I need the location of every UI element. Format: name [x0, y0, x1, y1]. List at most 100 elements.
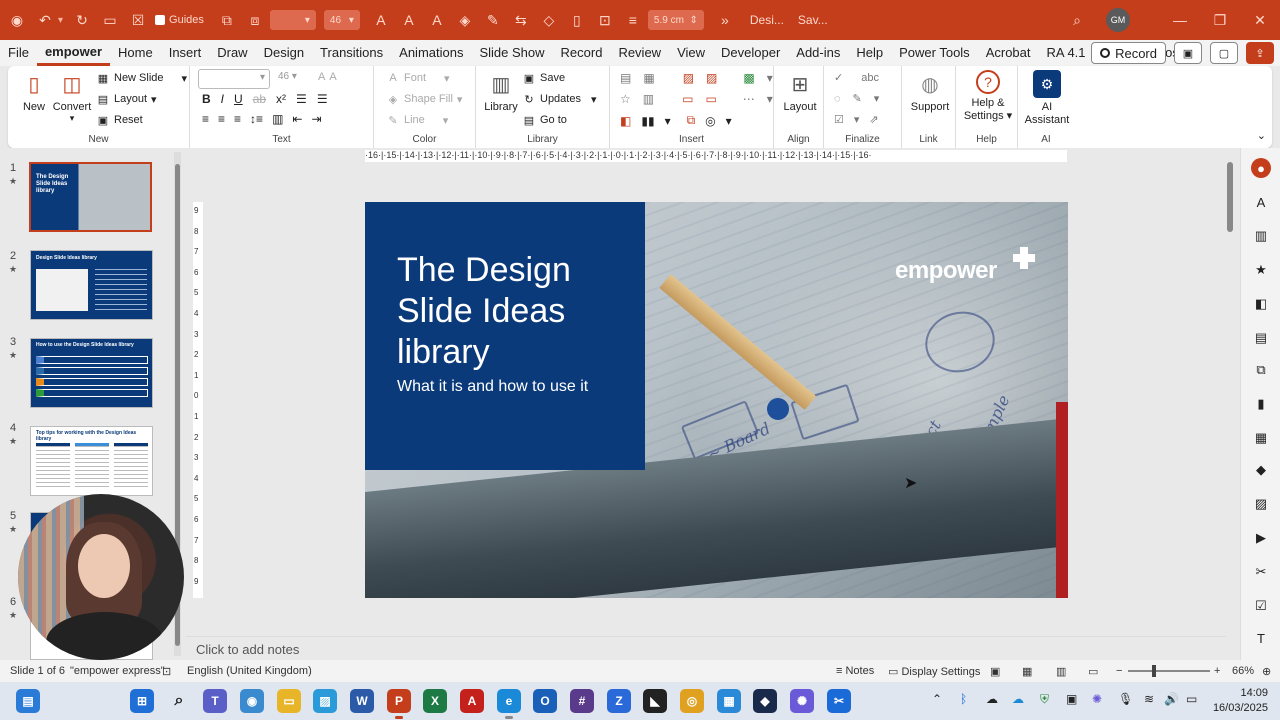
tab-view[interactable]: View [669, 40, 713, 66]
onedrive-business-icon[interactable]: ☁ [1012, 692, 1024, 706]
shapes-icon[interactable]: ◇ [538, 9, 560, 31]
microphone-icon[interactable]: 🎙 [1118, 692, 1133, 706]
guides-checkbox[interactable] [155, 15, 166, 25]
strikethrough-icon[interactable]: ab [253, 92, 266, 106]
arrange-icon[interactable]: ⇆ [510, 9, 532, 31]
numbering-icon[interactable]: ☰ [317, 92, 328, 106]
tab-add-ins[interactable]: Add-ins [788, 40, 848, 66]
record-side-icon[interactable]: ● [1251, 158, 1271, 178]
layout-side-icon[interactable]: ▤ [1251, 328, 1271, 348]
security-icon[interactable]: ⛨ [1040, 692, 1049, 707]
checkbox-icon[interactable]: ☑ [834, 113, 844, 126]
reset-button[interactable]: ▣ Reset [96, 113, 143, 127]
copy-format-icon[interactable]: ⧈ [244, 9, 266, 31]
minimize-button[interactable]: — [1160, 12, 1200, 28]
slide-canvas[interactable]: ~ Board Abstract Simple The Design Slide… [365, 202, 1068, 598]
line-button[interactable]: ✎ Line ▾ [386, 113, 448, 127]
tab-power-tools[interactable]: Power Tools [891, 40, 978, 66]
reading-view-icon[interactable]: ▥ [1056, 665, 1066, 678]
font-color-icon[interactable]: A [426, 9, 448, 31]
collapse-ribbon-icon[interactable]: ⌄ [1257, 129, 1266, 142]
new-slide-button[interactable]: ▦ New Slide ▾ [96, 71, 187, 85]
align-right-icon[interactable]: ≡ [234, 112, 241, 126]
superscript-icon[interactable]: x² [276, 92, 286, 106]
document-title[interactable]: Desi... [750, 13, 784, 27]
copilot-icon[interactable]: ◉ [240, 689, 264, 713]
convert-button[interactable]: ◫ Convert ▾ [52, 70, 92, 124]
save-button[interactable]: ▣ Save [522, 71, 565, 85]
slide-thumbnail-1[interactable]: The Design Slide Ideas library [29, 162, 152, 232]
shapes-side-icon[interactable]: ◆ [1251, 460, 1271, 480]
font-size-box[interactable]: 46 ▾ [323, 10, 360, 30]
ai-assistant-button[interactable]: ⚙ AI Assistant [1022, 70, 1072, 127]
tab-review[interactable]: Review [610, 40, 669, 66]
insert-icons-icon[interactable]: ◧ [620, 114, 631, 128]
library-side-icon[interactable]: ▥ [1251, 226, 1271, 246]
insert-dots-icon[interactable]: ⋯ [743, 92, 755, 106]
insert-image-icon[interactable]: ▨ [683, 71, 694, 85]
text-side-icon[interactable]: A [1251, 192, 1271, 212]
teams-side-icon[interactable]: ◧ [1251, 294, 1271, 314]
teams-icon[interactable]: T [203, 689, 227, 713]
normal-view-icon[interactable]: ▣ [990, 665, 1000, 678]
copy-side-icon[interactable]: ⧉ [1251, 360, 1271, 380]
group-icon[interactable]: ⊡ [594, 9, 616, 31]
align-left-icon[interactable]: ≡ [202, 112, 209, 126]
system-clock[interactable]: 14:09 16/03/2025 [1213, 686, 1268, 716]
slide-scrollbar[interactable] [1226, 150, 1234, 658]
tab-design[interactable]: Design [256, 40, 312, 66]
battery-icon[interactable]: ▭ [1186, 692, 1197, 706]
display-settings-button[interactable]: ▭ Display Settings [888, 665, 980, 678]
slide-thumbnail-3[interactable]: How to use the Design Slide Ideas librar… [30, 338, 153, 408]
slideshow-view-icon[interactable]: ▭ [1088, 665, 1098, 678]
columns-icon[interactable]: ▥ [272, 112, 283, 126]
word-icon[interactable]: W [350, 689, 374, 713]
slide-scroll-thumb[interactable] [1227, 162, 1233, 232]
outlook-icon[interactable]: O [533, 689, 557, 713]
align-icon[interactable]: ≡ [622, 9, 644, 31]
start-icon[interactable]: ⊞ [130, 689, 154, 713]
video-side-icon[interactable]: ▶ [1251, 528, 1271, 548]
library-button[interactable]: ▥ Library [482, 70, 520, 114]
duplicate-icon[interactable]: ⧉ [216, 9, 238, 31]
snip-tool-icon[interactable]: ✂ [827, 689, 851, 713]
insert-header-icon[interactable]: ▭ [682, 92, 693, 106]
slide-thumbnail-2[interactable]: Design Slide Ideas library [30, 250, 153, 320]
tab-file[interactable]: File [0, 40, 37, 66]
layout-button[interactable]: ▤ Layout ▾ [96, 92, 157, 106]
underline-icon[interactable]: U [234, 92, 243, 106]
slide-title[interactable]: The Design Slide Ideas library [397, 250, 627, 373]
tab-draw[interactable]: Draw [209, 40, 255, 66]
italic-icon[interactable]: I [221, 92, 224, 106]
align-center-icon[interactable]: ≡ [218, 112, 225, 126]
redo-icon[interactable]: ↻ [71, 9, 93, 31]
file-explorer-icon[interactable]: ▭ [277, 689, 301, 713]
notes-pane[interactable]: Click to add notes [186, 636, 1226, 660]
shape-fill-button[interactable]: ◈ Shape Fill ▾ [386, 92, 463, 106]
tab-record[interactable]: Record [553, 40, 611, 66]
bullets-icon[interactable]: ☰ [296, 92, 307, 106]
outdent-icon[interactable]: ⇥ [311, 112, 321, 126]
tab-insert[interactable]: Insert [161, 40, 210, 66]
insert-link-icon[interactable]: ⧉ [687, 113, 696, 128]
fit-to-window-icon[interactable]: ⊕ [1262, 665, 1271, 678]
tab-home[interactable]: Home [110, 40, 161, 66]
notes-button[interactable]: ≡ Notes [836, 665, 874, 677]
user-avatar[interactable]: GM [1106, 8, 1130, 32]
whiteboard-icon[interactable]: ▦ [717, 689, 741, 713]
font-color-button[interactable]: A Font ▾ [386, 71, 449, 85]
insert-table-icon[interactable]: ▤ [620, 71, 631, 85]
chart-side-icon[interactable]: ▮ [1251, 394, 1271, 414]
powerpoint-icon[interactable]: P [387, 689, 411, 713]
slide-sorter-icon[interactable]: ▦ [1022, 665, 1032, 678]
abc-icon[interactable]: abc [861, 72, 879, 84]
insert-shape-icon[interactable]: ◎ [705, 114, 715, 128]
excel-icon[interactable]: X [423, 689, 447, 713]
increase-font-icon[interactable]: A [370, 9, 392, 31]
check-format-icon[interactable]: ◌ [834, 93, 841, 105]
more-commands-icon[interactable]: » [714, 9, 736, 31]
tab-slide-show[interactable]: Slide Show [471, 40, 552, 66]
insert-picture-icon[interactable]: ▨ [706, 71, 717, 85]
textbox-icon[interactable]: ▯ [566, 9, 588, 31]
close-file-icon[interactable]: ☒ [127, 9, 149, 31]
